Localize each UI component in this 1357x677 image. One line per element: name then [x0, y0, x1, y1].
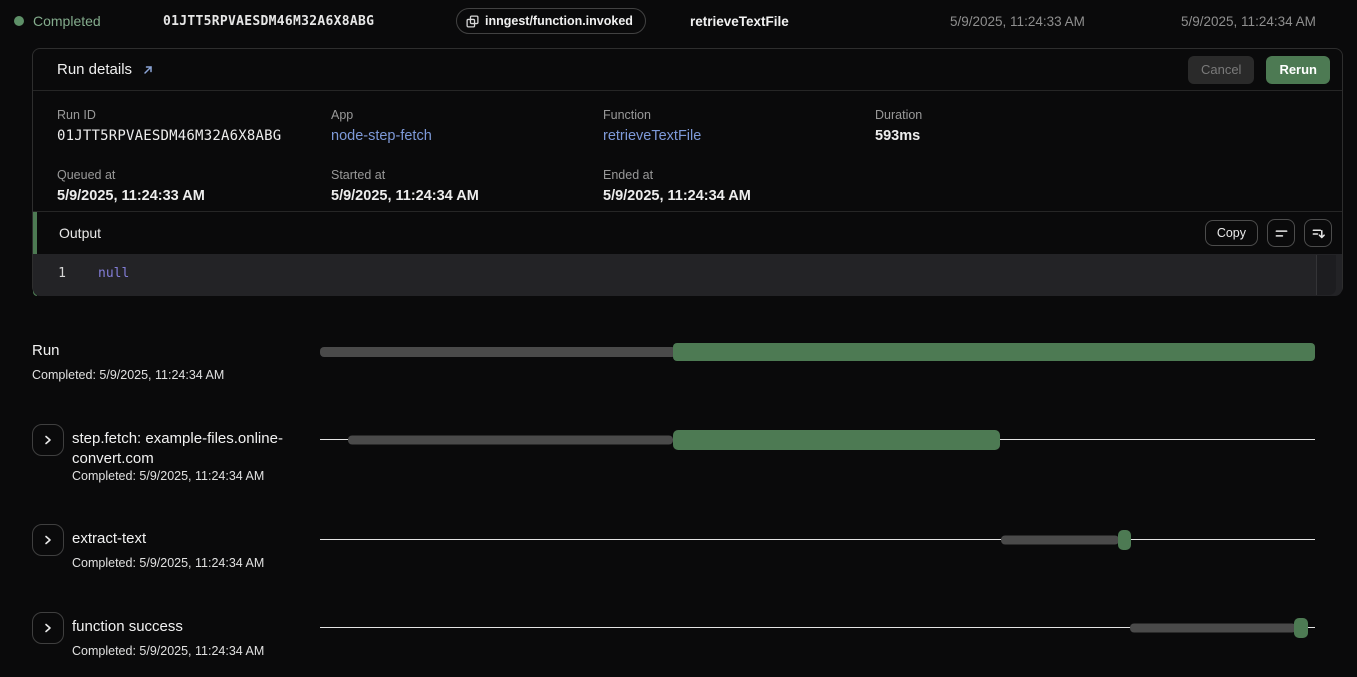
- timeline-queued-segment: [348, 436, 673, 445]
- timeline-row: Run Completed: 5/9/2025, 11:24:34 AM: [0, 334, 1357, 426]
- field-duration: Duration 593ms: [875, 108, 1318, 152]
- timeline-running-segment: [673, 430, 999, 450]
- status-label: Completed: [33, 13, 101, 29]
- output-header: Output Copy: [33, 212, 1342, 254]
- timeline-queued-segment: [320, 347, 676, 357]
- ended-at-value: 5/9/2025, 11:24:34 AM: [603, 188, 875, 204]
- panel-title: Run details: [57, 61, 132, 78]
- event-badge-label: inngest/function.invoked: [485, 14, 633, 28]
- timeline-row: extract-text Completed: 5/9/2025, 11:24:3…: [0, 524, 1357, 610]
- run-status: Completed: [14, 0, 101, 42]
- output-code-block[interactable]: 1 null: [33, 254, 1342, 296]
- cancel-button[interactable]: Cancel: [1188, 56, 1254, 84]
- timeline-running-segment: [1294, 618, 1308, 638]
- field-label: Queued at: [57, 168, 331, 182]
- field-queued-at: Queued at 5/9/2025, 11:24:33 AM: [57, 168, 331, 212]
- code-scrollbar[interactable]: [1316, 255, 1336, 295]
- timeline-track: [320, 429, 1315, 451]
- output-section: Output Copy: [33, 211, 1342, 296]
- top-started-timestamp: 5/9/2025, 11:24:34 AM: [1181, 0, 1316, 42]
- rerun-button[interactable]: Rerun: [1266, 56, 1330, 84]
- field-label: Duration: [875, 108, 1318, 122]
- app-link[interactable]: node-step-fetch: [331, 128, 603, 144]
- field-run-id: Run ID 01JTT5RPVAESDM46M32A6X8ABG: [57, 108, 331, 152]
- timeline-running-segment: [673, 343, 1315, 361]
- copy-button[interactable]: Copy: [1205, 220, 1258, 246]
- chevron-right-icon: [42, 622, 54, 634]
- timeline-running-segment: [1118, 530, 1131, 550]
- step-name: function success: [72, 617, 183, 637]
- wrap-text-button[interactable]: [1267, 219, 1295, 247]
- line-code: null: [66, 264, 129, 284]
- step-name: Run: [32, 341, 60, 361]
- run-details-fields: Run ID 01JTT5RPVAESDM46M32A6X8ABG App no…: [33, 91, 1342, 211]
- timeline-track: [320, 341, 1315, 363]
- field-label: Function: [603, 108, 875, 122]
- field-started-at: Started at 5/9/2025, 11:24:34 AM: [331, 168, 603, 212]
- field-label: Run ID: [57, 108, 331, 122]
- step-name: extract-text: [72, 529, 146, 549]
- field-label: Ended at: [603, 168, 875, 182]
- function-link[interactable]: retrieveTextFile: [603, 128, 875, 144]
- scroll-to-bottom-icon: [1311, 226, 1326, 241]
- step-name: step.fetch: example-files.online-convert…: [72, 429, 300, 469]
- timeline-baseline: [320, 539, 1315, 540]
- step-completed-timestamp: Completed: 5/9/2025, 11:24:34 AM: [32, 368, 224, 382]
- field-label: Started at: [331, 168, 603, 182]
- output-actions: Copy: [1205, 219, 1332, 247]
- top-queued-timestamp: 5/9/2025, 11:24:33 AM: [950, 0, 1085, 42]
- output-title: Output: [59, 225, 101, 241]
- timeline-row: function success Completed: 5/9/2025, 11:…: [0, 612, 1357, 677]
- status-completed-dot-icon: [14, 16, 24, 26]
- step-completed-timestamp: Completed: 5/9/2025, 11:24:34 AM: [72, 644, 264, 658]
- run-id-value: 01JTT5RPVAESDM46M32A6X8ABG: [57, 128, 331, 144]
- field-function: Function retrieveTextFile: [603, 108, 875, 152]
- expand-step-button[interactable]: [32, 524, 64, 556]
- panel-actions: Cancel Rerun: [1188, 56, 1330, 84]
- expand-step-button[interactable]: [32, 424, 64, 456]
- top-function-name: retrieveTextFile: [690, 0, 789, 42]
- step-completed-timestamp: Completed: 5/9/2025, 11:24:34 AM: [72, 469, 264, 483]
- duration-value: 593ms: [875, 128, 1318, 144]
- run-details-header: Run details Cancel Rerun: [33, 49, 1342, 91]
- timeline-row: step.fetch: example-files.online-convert…: [0, 424, 1357, 524]
- step-completed-timestamp: Completed: 5/9/2025, 11:24:34 AM: [72, 556, 264, 570]
- chevron-right-icon: [42, 434, 54, 446]
- queued-at-value: 5/9/2025, 11:24:33 AM: [57, 188, 331, 204]
- field-ended-at: Ended at 5/9/2025, 11:24:34 AM: [603, 168, 875, 212]
- timeline-queued-segment: [1130, 624, 1296, 633]
- expand-step-button[interactable]: [32, 612, 64, 644]
- top-run-id: 01JTT5RPVAESDM46M32A6X8ABG: [163, 0, 374, 42]
- timeline-track: [320, 617, 1315, 639]
- code-line: 1 null: [33, 264, 1342, 284]
- wrap-text-icon: [1274, 226, 1289, 241]
- started-at-value: 5/9/2025, 11:24:34 AM: [331, 188, 603, 204]
- field-label: App: [331, 108, 603, 122]
- top-status-bar: Completed 01JTT5RPVAESDM46M32A6X8ABG inn…: [0, 0, 1357, 42]
- line-number: 1: [33, 264, 66, 284]
- chevron-right-icon: [42, 534, 54, 546]
- event-badge[interactable]: inngest/function.invoked: [456, 8, 646, 34]
- timeline-track: [320, 529, 1315, 551]
- external-link-icon[interactable]: [142, 64, 154, 76]
- field-app: App node-step-fetch: [331, 108, 603, 152]
- timeline-queued-segment: [1001, 536, 1119, 545]
- scroll-to-bottom-button[interactable]: [1304, 219, 1332, 247]
- run-details-panel: Run details Cancel Rerun Run ID 01JTT5RP…: [32, 48, 1343, 295]
- copy-icon: [466, 15, 479, 28]
